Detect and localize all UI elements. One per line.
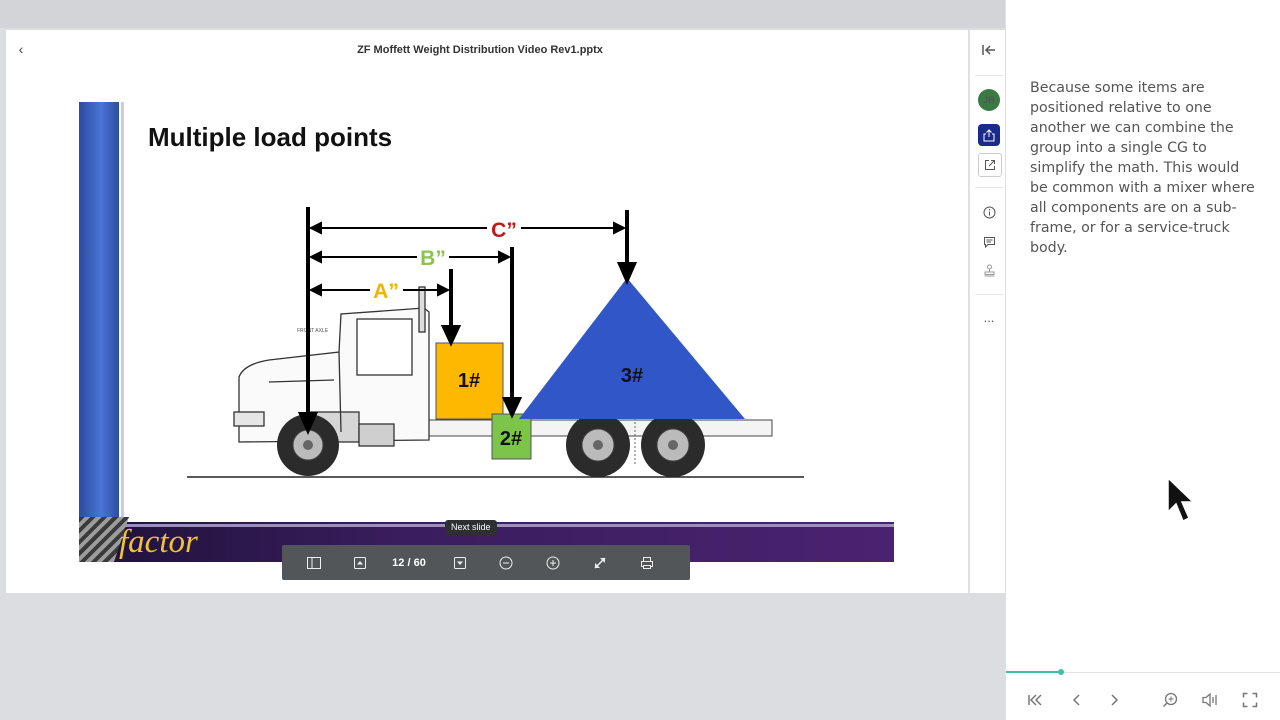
- presentation-toolbar: 12 / 60: [282, 545, 690, 580]
- dim-b-label: B”: [420, 247, 446, 270]
- more-options-button[interactable]: ...: [978, 306, 1000, 328]
- more-icon: ...: [983, 309, 995, 325]
- rail-divider: [975, 187, 1003, 188]
- collapse-panel-icon: [982, 45, 995, 55]
- comments-button[interactable]: [978, 231, 1000, 253]
- share-icon: [983, 128, 995, 141]
- load-3-label: 3#: [621, 365, 643, 387]
- load-triangle-3: [519, 278, 745, 419]
- arrow-up-box-icon: [354, 556, 366, 569]
- rail-divider: [975, 75, 1003, 76]
- volume-button[interactable]: [1198, 688, 1222, 712]
- collapse-panel-button[interactable]: [978, 39, 1000, 61]
- open-external-button[interactable]: [978, 153, 1002, 177]
- front-axle-label: FRONT AXLE: [297, 328, 329, 334]
- info-icon: [983, 206, 995, 218]
- previous-button[interactable]: [1064, 688, 1088, 712]
- skip-to-start-button[interactable]: [1023, 688, 1047, 712]
- mouse-pointer-icon: [1167, 476, 1195, 523]
- rail-divider: [975, 294, 1003, 295]
- sidebar-toggle-button[interactable]: [297, 545, 331, 580]
- skip-to-start-icon: [1028, 694, 1042, 706]
- truck-cab: [233, 286, 430, 447]
- rear-wheel-2: [641, 413, 705, 477]
- fullscreen-icon: [1242, 692, 1258, 708]
- zfactor-logo-text: factor: [119, 524, 198, 560]
- external-link-icon: [985, 160, 995, 170]
- load-2-label: 2#: [500, 428, 522, 450]
- sidebar-toggle-icon: [307, 556, 321, 569]
- speaker-notes-panel: Because some items are positioned relati…: [1005, 0, 1280, 720]
- rear-wheel-1: [566, 413, 630, 477]
- dim-a-label: A”: [373, 280, 399, 303]
- zoom-button[interactable]: [1158, 688, 1182, 712]
- playback-progress-fill: [1006, 671, 1061, 673]
- previous-slide-button[interactable]: [343, 545, 377, 580]
- side-icon-rail: JB ...: [969, 30, 1006, 593]
- zoom-out-icon: [499, 556, 513, 569]
- load-3-arrowhead: [616, 262, 638, 285]
- arrow-down-box-icon: [454, 556, 466, 569]
- load-2-arrowhead: [501, 397, 523, 419]
- fullscreen-button[interactable]: [1238, 688, 1262, 712]
- zoom-in-button[interactable]: [536, 545, 570, 580]
- playback-controls: [1006, 684, 1280, 716]
- fullscreen-button[interactable]: [583, 545, 617, 580]
- printer-icon: [641, 556, 653, 569]
- zoom-out-button[interactable]: [489, 545, 523, 580]
- stamp-icon: [984, 264, 994, 276]
- slide-canvas: Multiple load points FRONT AXLE 1# 2# 3#…: [79, 102, 894, 562]
- stamp-button[interactable]: [978, 259, 1000, 281]
- file-title: ZF Moffett Weight Distribution Video Rev…: [357, 44, 603, 56]
- load-1-label: 1#: [458, 370, 480, 392]
- print-button[interactable]: [630, 545, 664, 580]
- volume-icon: [1202, 692, 1217, 708]
- page-indicator: 12 / 60: [392, 556, 426, 569]
- viewer-top-strip: [0, 0, 1005, 28]
- chevron-left-icon: [1072, 694, 1080, 706]
- zoom-in-icon: [1162, 692, 1178, 708]
- info-button[interactable]: [978, 201, 1000, 223]
- back-button[interactable]: ‹: [14, 40, 28, 58]
- slide-footer-stripe: [124, 524, 894, 527]
- weight-distribution-diagram: FRONT AXLE 1# 2# 3# C” B” A”: [187, 207, 804, 478]
- document-viewer: ‹ ZF Moffett Weight Distribution Video R…: [0, 0, 1006, 720]
- comment-icon: [983, 236, 995, 248]
- share-button[interactable]: [978, 124, 1000, 146]
- next-button[interactable]: [1103, 688, 1127, 712]
- playback-progress-handle[interactable]: [1058, 669, 1064, 675]
- expand-icon: [594, 556, 606, 569]
- speaker-notes-text: Because some items are positioned relati…: [1030, 80, 1255, 256]
- user-avatar[interactable]: JB: [978, 89, 1000, 111]
- next-slide-button[interactable]: [443, 545, 477, 580]
- chevron-right-icon: [1111, 694, 1119, 706]
- dim-c-label: C”: [491, 219, 517, 242]
- next-slide-tooltip: Next slide: [445, 520, 497, 535]
- load-1-arrowhead: [440, 325, 462, 347]
- zoom-in-icon: [546, 556, 560, 569]
- chevron-left-icon: ‹: [18, 41, 24, 57]
